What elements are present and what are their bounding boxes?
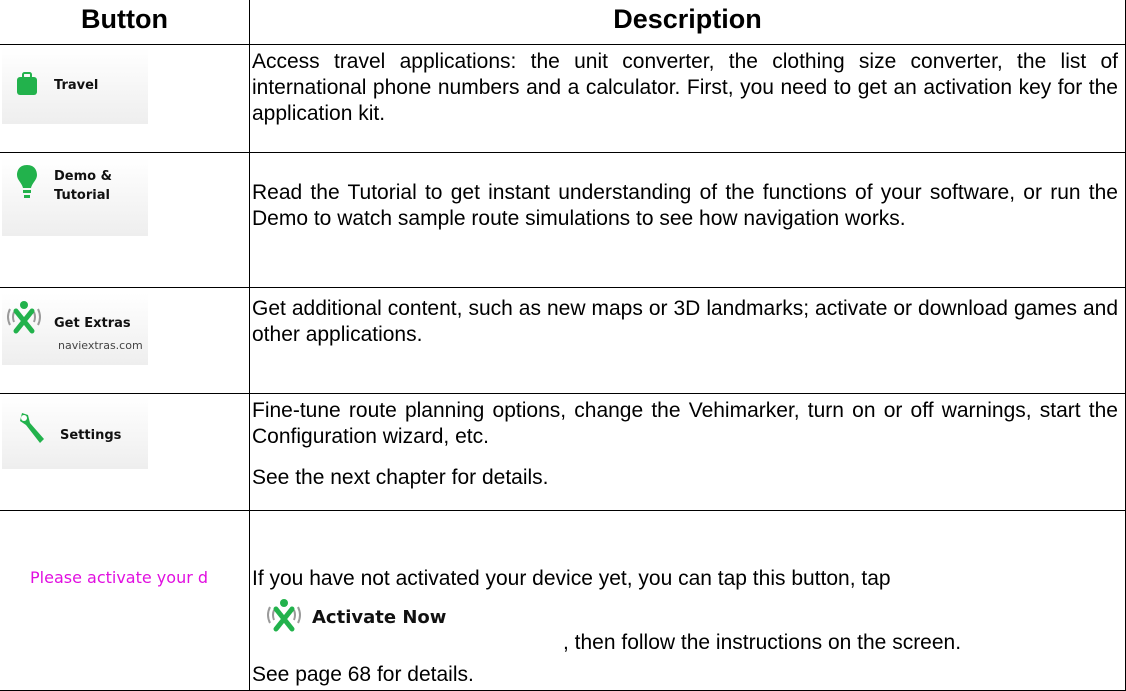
get-extras-description: Get additional content, such as new maps… — [252, 297, 1118, 346]
settings-note: See the next chapter for details. — [252, 466, 549, 489]
activate-now-button: Activate Now — [264, 598, 446, 637]
activate-note: See page 68 for details. — [252, 663, 474, 686]
row-divider — [0, 393, 1126, 394]
header-button: Button — [81, 4, 168, 34]
lightbulb-icon — [16, 164, 38, 205]
row-divider — [0, 44, 1126, 45]
wrench-icon — [16, 411, 46, 450]
get-extras-button: Get Extras naviextras.com — [2, 293, 148, 365]
activate-device-button: Please activate your d — [0, 568, 249, 587]
naviextras-icon — [4, 299, 44, 340]
tutorial-label: Tutorial — [54, 188, 110, 203]
column-divider — [249, 0, 250, 690]
demo-tutorial-description: Read the Tutorial to get instant underst… — [252, 181, 1118, 230]
suitcase-icon — [16, 71, 38, 101]
travel-label: Travel — [54, 78, 99, 93]
get-extras-label: Get Extras — [54, 316, 131, 331]
row-divider — [0, 510, 1126, 511]
activate-now-label: Activate Now — [312, 607, 447, 628]
demo-tutorial-button: Demo & Tutorial — [2, 158, 148, 236]
settings-label: Settings — [60, 428, 122, 443]
travel-description: Access travel applications: the unit con… — [252, 50, 1118, 125]
header-description: Description — [613, 4, 762, 34]
settings-description: Fine-tune route planning options, change… — [252, 399, 1118, 448]
row-divider — [0, 287, 1126, 288]
row-divider — [0, 152, 1126, 153]
naviextras-icon — [264, 598, 304, 637]
travel-button: Travel — [2, 48, 148, 124]
activate-description-continued: , then follow the instructions on the sc… — [563, 631, 962, 654]
demo-label: Demo & — [54, 169, 112, 184]
activate-device-label: Please activate your d — [30, 568, 209, 587]
settings-button: Settings — [2, 397, 148, 469]
activate-description: If you have not activated your device ye… — [252, 567, 891, 590]
naviextras-url: naviextras.com — [58, 339, 143, 352]
